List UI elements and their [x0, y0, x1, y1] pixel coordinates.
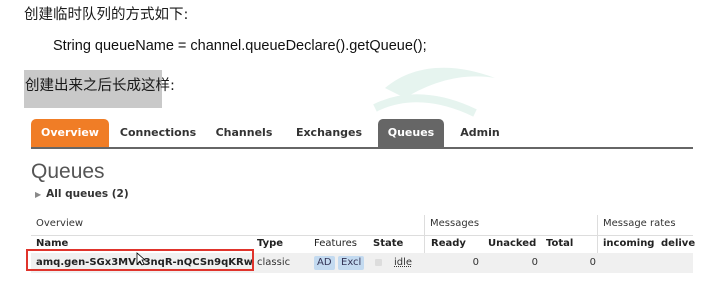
expand-triangle-icon: ▶: [35, 190, 42, 199]
tab-channels[interactable]: Channels: [209, 119, 279, 147]
feature-badge-excl: Excl: [338, 256, 365, 270]
all-queues-label: All queues (2): [46, 188, 129, 200]
mouse-cursor-icon: [136, 252, 146, 266]
col-state[interactable]: State: [373, 238, 403, 249]
queue-type: classic: [257, 257, 291, 268]
col-deliver[interactable]: delive: [661, 238, 695, 249]
queue-state: idle: [394, 257, 413, 268]
state-indicator-icon: [375, 259, 382, 266]
col-name[interactable]: Name: [36, 238, 68, 249]
doc-text-line1: 创建临时队列的方式如下:: [24, 7, 189, 23]
watermark-leaf-icon: [373, 67, 495, 117]
group-messages: Messages: [430, 218, 480, 229]
all-queues-toggle[interactable]: ▶ All queues (2): [35, 188, 129, 200]
tab-queues[interactable]: Queues: [378, 119, 444, 147]
col-total[interactable]: Total: [546, 238, 573, 249]
bottom-fade: [0, 274, 723, 289]
group-message-rates: Message rates: [603, 218, 676, 229]
group-overview: Overview: [36, 218, 84, 229]
col-features[interactable]: Features: [314, 238, 357, 249]
total-count: 0: [589, 257, 596, 268]
ready-count: 0: [472, 257, 479, 268]
table-group-header: Overview Messages Message rates: [31, 215, 693, 271]
page-title: Queues: [31, 160, 105, 183]
col-type[interactable]: Type: [257, 238, 283, 249]
tab-connections[interactable]: Connections: [117, 119, 199, 147]
unacked-count: 0: [531, 257, 538, 268]
doc-text-line2: 创建出来之后长成这样:: [25, 78, 175, 94]
col-unacked[interactable]: Unacked: [488, 238, 536, 249]
tab-admin[interactable]: Admin: [452, 119, 508, 147]
tab-exchanges[interactable]: Exchanges: [289, 119, 369, 147]
code-snippet: String queueName = channel.queueDeclare(…: [53, 38, 427, 54]
col-incoming[interactable]: incoming: [603, 238, 654, 249]
col-ready[interactable]: Ready: [431, 238, 466, 249]
feature-badge-ad: AD: [314, 256, 335, 270]
nav-tabs: Overview Connections Channels Exchanges …: [31, 119, 693, 149]
tab-overview[interactable]: Overview: [31, 119, 109, 147]
